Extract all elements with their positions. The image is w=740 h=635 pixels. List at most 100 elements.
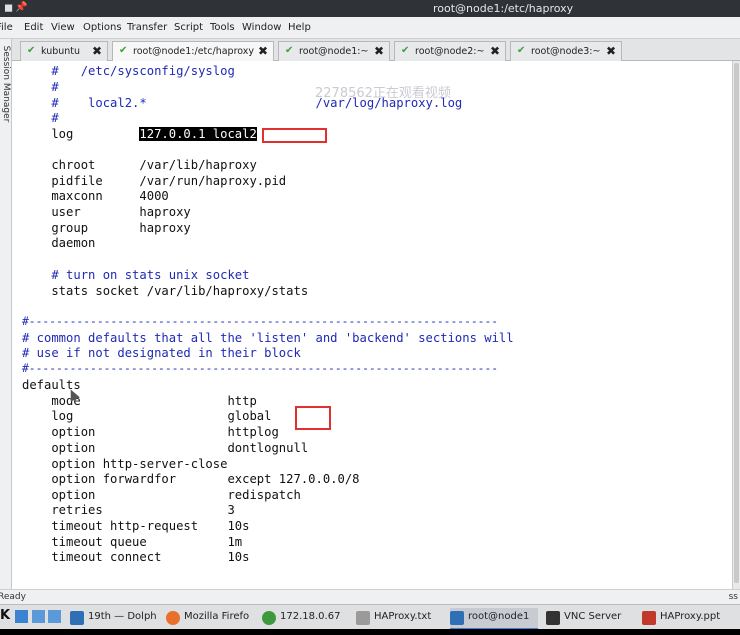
- terminal-line: option dontlognull: [22, 441, 309, 455]
- terminal-line: log 127.0.0.1 local2: [22, 126, 257, 142]
- task-label: Mozilla Firefo: [184, 611, 250, 622]
- terminal-line: chroot /var/lib/haproxy: [22, 158, 257, 172]
- close-icon[interactable]: ✖: [490, 44, 500, 58]
- check-icon: ✔: [517, 45, 526, 56]
- terminal-line: user haproxy: [22, 205, 191, 219]
- terminal-line: log global: [22, 409, 272, 423]
- annotation-box: [262, 128, 327, 143]
- session-manager-label: Session Manager: [1, 45, 11, 123]
- task-vnc[interactable]: VNC Server: [546, 608, 634, 630]
- tab-label: root@node2:~: [415, 46, 485, 57]
- close-icon[interactable]: ✖: [92, 44, 102, 58]
- terminal-line: timeout connect 10s: [22, 550, 250, 564]
- firefox-icon: [166, 611, 180, 625]
- terminal-line: maxconn 4000: [22, 189, 169, 203]
- menu-help[interactable]: Help: [288, 22, 311, 33]
- pin-icon[interactable]: 📌: [15, 2, 27, 13]
- terminal-line: #: [22, 80, 59, 94]
- tab-label: kubuntu: [41, 46, 81, 57]
- menu-view[interactable]: View: [51, 22, 75, 33]
- tab-node1-haproxy[interactable]: ✔ root@node1:/etc/haproxy ✖: [112, 41, 274, 62]
- app-launcher-icon[interactable]: K: [0, 608, 10, 623]
- check-icon: ✔: [27, 45, 36, 56]
- session-manager-strip[interactable]: Session Manager: [0, 39, 12, 589]
- dolphin-icon: [70, 611, 84, 625]
- check-icon: ✔: [119, 45, 128, 56]
- pager-icon[interactable]: [15, 610, 28, 623]
- menu-options[interactable]: Options: [83, 22, 122, 33]
- window-title: root@node1:/etc/haproxy: [433, 2, 574, 15]
- annotation-box: [295, 406, 331, 430]
- tab-kubuntu[interactable]: ✔ kubuntu ✖: [20, 41, 108, 61]
- menu-edit[interactable]: Edit: [24, 22, 43, 33]
- task-firefox[interactable]: Mozilla Firefo: [166, 608, 254, 630]
- watermark-text: 2278562正在观看视频: [315, 86, 451, 101]
- check-icon: ✔: [285, 45, 294, 56]
- menu-bar: File Edit View Options Transfer Script T…: [0, 17, 740, 39]
- screen-bottom-edge: [0, 629, 740, 635]
- task-dolphin[interactable]: 19th — Dolph: [70, 608, 158, 630]
- pager-icon[interactable]: [32, 610, 45, 623]
- tab-label: root@node1:/etc/haproxy: [133, 46, 255, 57]
- terminal-line: stats socket /var/lib/haproxy/stats: [22, 284, 309, 298]
- terminal-line: daemon: [22, 236, 96, 250]
- title-bar: ◼ 📌 root@node1:/etc/haproxy: [0, 0, 740, 17]
- terminal-line: # use if not designated in their block: [22, 346, 301, 360]
- vnc-icon: [546, 611, 560, 625]
- tab-label: root@node1:~: [299, 46, 369, 57]
- terminal-line: # turn on stats unix socket: [22, 268, 250, 282]
- task-label: VNC Server: [564, 611, 622, 622]
- terminal-line: #: [22, 111, 59, 125]
- chrome-icon: [262, 611, 276, 625]
- terminal-line: #---------------------------------------…: [22, 315, 499, 328]
- terminal-line: # /etc/sysconfig/syslog: [22, 64, 235, 78]
- status-right-text: ss: [728, 592, 738, 602]
- close-icon[interactable]: ✖: [258, 44, 268, 58]
- close-icon[interactable]: ✖: [606, 44, 616, 58]
- task-haproxy-txt[interactable]: HAProxy.txt: [356, 608, 444, 630]
- window-menu-icon[interactable]: ◼: [4, 1, 13, 14]
- terminal-line: mode http: [22, 394, 257, 408]
- task-label: root@node1: [468, 611, 530, 622]
- selected-text: 127.0.0.1 local2: [139, 127, 257, 141]
- terminal-line: timeout http-request 10s: [22, 519, 250, 533]
- status-text: Ready: [0, 592, 26, 602]
- terminal-line: option httplog: [22, 425, 279, 439]
- terminal-line: option http-server-close: [22, 457, 228, 471]
- terminal-line: option forwardfor except 127.0.0.0/8: [22, 472, 360, 486]
- vertical-scrollbar[interactable]: [732, 61, 740, 589]
- menu-script[interactable]: Script: [174, 22, 203, 33]
- close-icon[interactable]: ✖: [374, 44, 384, 58]
- status-bar: Ready ss: [0, 589, 740, 604]
- terminal-line: option redispatch: [22, 488, 301, 502]
- task-label: HAProxy.txt: [374, 611, 432, 622]
- terminal-line: timeout queue 1m: [22, 535, 243, 549]
- tab-label: root@node3:~: [531, 46, 601, 57]
- terminal-line: #---------------------------------------…: [22, 362, 499, 375]
- presentation-icon: [642, 611, 656, 625]
- terminal-icon: [450, 611, 464, 625]
- task-label: 19th — Dolph: [88, 611, 157, 622]
- check-icon: ✔: [401, 45, 410, 56]
- menu-file[interactable]: File: [0, 22, 13, 33]
- task-label: 172.18.0.67: [280, 611, 341, 622]
- menu-window[interactable]: Window: [242, 22, 281, 33]
- tab-node2[interactable]: ✔ root@node2:~ ✖: [394, 41, 506, 61]
- terminal-line: # common defaults that all the 'listen' …: [22, 331, 514, 345]
- task-label: HAProxy.ppt: [660, 611, 721, 622]
- tab-bar: ✔ kubuntu ✖ ✔ root@node1:/etc/haproxy ✖ …: [12, 39, 740, 62]
- pager-icon[interactable]: [48, 610, 61, 623]
- task-root-node1[interactable]: root@node1: [450, 608, 538, 630]
- log-keyword: log: [22, 127, 140, 141]
- menu-transfer[interactable]: Transfer: [127, 22, 167, 33]
- terminal-area[interactable]: # /etc/sysconfig/syslog # # local2.* /va…: [12, 61, 740, 589]
- task-chrome[interactable]: 172.18.0.67: [262, 608, 350, 630]
- menu-tools[interactable]: Tools: [210, 22, 235, 33]
- scrollbar-thumb[interactable]: [734, 63, 739, 583]
- terminal-line: group haproxy: [22, 221, 191, 235]
- terminal-line: pidfile /var/run/haproxy.pid: [22, 174, 287, 188]
- tab-node3[interactable]: ✔ root@node3:~ ✖: [510, 41, 622, 61]
- task-haproxy-ppt[interactable]: HAProxy.ppt: [642, 608, 734, 630]
- terminal-line: retries 3: [22, 503, 235, 517]
- tab-node1[interactable]: ✔ root@node1:~ ✖: [278, 41, 390, 61]
